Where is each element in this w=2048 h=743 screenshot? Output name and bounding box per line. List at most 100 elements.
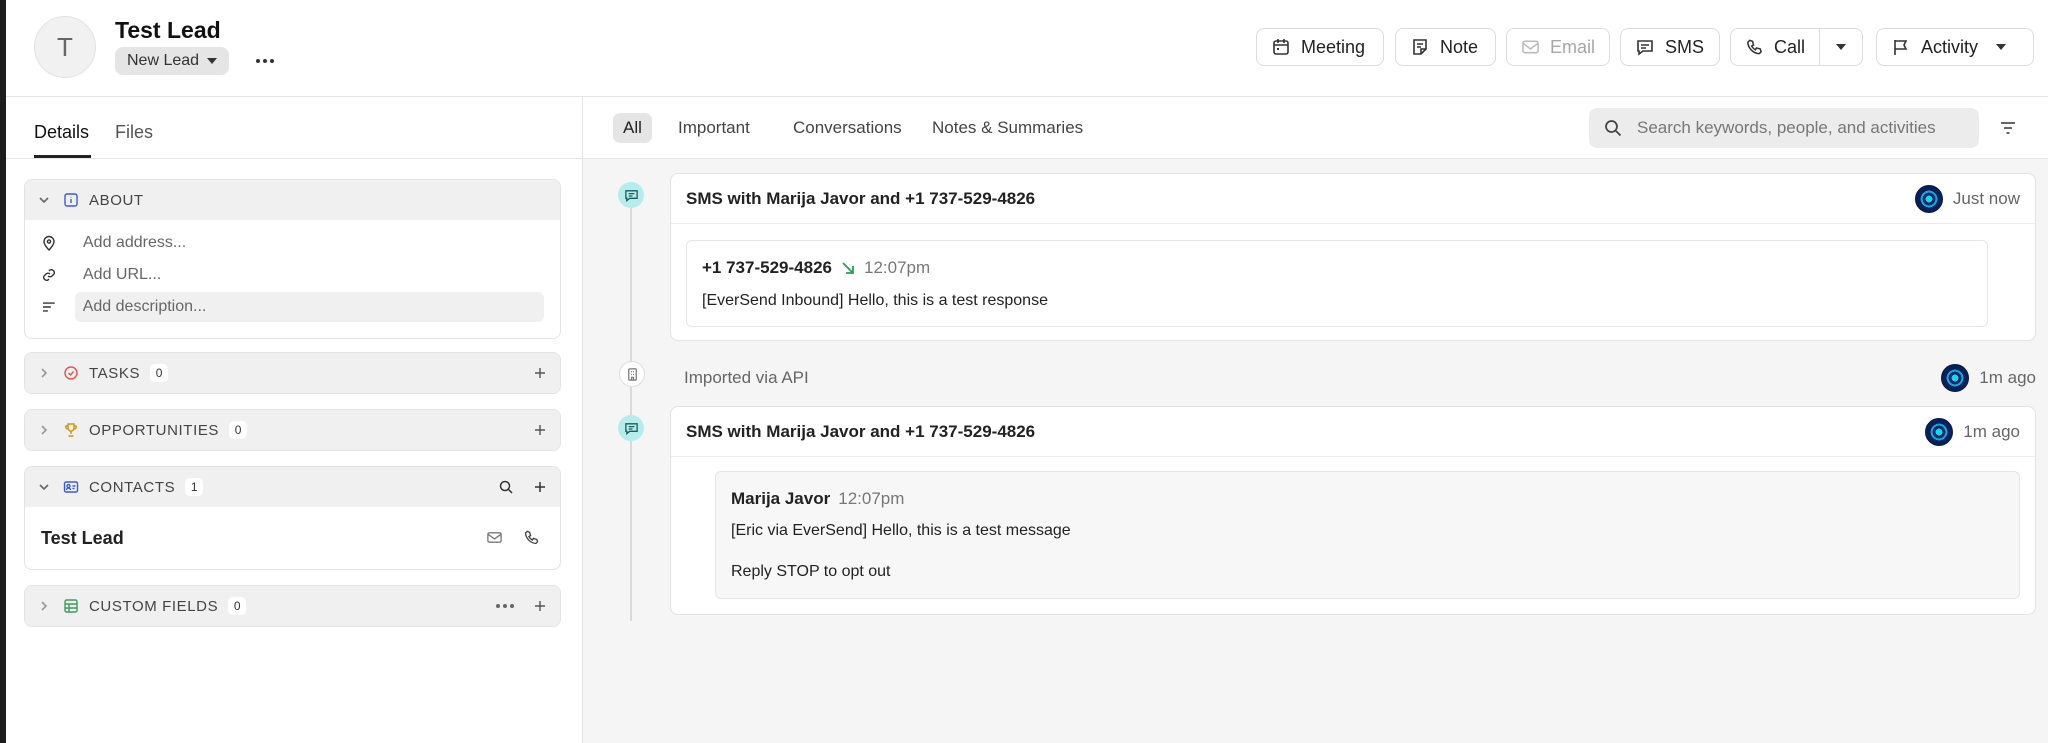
filter-icon: [2001, 122, 2015, 134]
chevron-down-icon: [207, 58, 218, 64]
activity-button[interactable]: Activity: [1876, 28, 2034, 66]
sms-meta: Just now: [1914, 174, 2020, 224]
user-avatar: [1914, 185, 1943, 213]
sms-time-ago: 1m ago: [1963, 422, 2020, 441]
contacts-section-header[interactable]: CONTACTS 1: [25, 467, 560, 507]
phone-icon: [1747, 39, 1763, 55]
lead-status-dropdown[interactable]: New Lead: [115, 47, 230, 75]
link-icon: [43, 269, 55, 281]
email-contact-icon[interactable]: [486, 529, 503, 546]
filter-button[interactable]: [1995, 115, 2021, 141]
custom-fields-section-header[interactable]: CUSTOM FIELDS 0: [25, 586, 560, 626]
call-button[interactable]: Call: [1730, 28, 1820, 66]
message-sender: Marija Javor: [731, 489, 831, 508]
location-pin-icon: [43, 235, 55, 251]
opportunities-actions: [532, 410, 548, 450]
chevron-down-icon: [1836, 44, 1846, 50]
add-contact-icon[interactable]: [532, 479, 548, 495]
activity-feed: All Important Conversations Notes & Summ…: [583, 97, 2048, 743]
tab-conversations[interactable]: Conversations: [783, 113, 912, 143]
lead-header: T Test Lead New Lead Meeting Note Email …: [6, 0, 2048, 97]
meeting-button-label: Meeting: [1301, 36, 1366, 57]
sms-message-box: Marija Javor 12:07pm [Eric via EverSend]…: [715, 471, 2020, 599]
sms-card-header: SMS with Marija Javor and +1 737-529-482…: [671, 407, 2035, 457]
meeting-button[interactable]: Meeting: [1256, 28, 1384, 66]
more-options-button[interactable]: [250, 48, 280, 74]
add-custom-field-icon[interactable]: [532, 598, 548, 614]
chevron-right-icon: [41, 368, 48, 378]
chevron-down-icon: [39, 197, 49, 204]
calendar-icon: [1273, 39, 1289, 55]
message-text: [EverSend Inbound] Hello, this is a test…: [702, 292, 1048, 309]
about-section-header[interactable]: ABOUT: [25, 180, 560, 220]
url-placeholder: Add URL...: [83, 266, 162, 283]
message-header: +1 737-529-4826 12:07pm: [702, 258, 930, 278]
chevron-right-icon: [41, 601, 48, 611]
text-lines-icon: [42, 302, 55, 312]
custom-fields-count: 0: [228, 597, 247, 615]
opportunities-section-header[interactable]: OPPORTUNITIES 0: [25, 410, 560, 450]
about-title: ABOUT: [89, 191, 144, 209]
search-contacts-icon[interactable]: [498, 479, 514, 495]
import-text: Imported via API: [684, 368, 809, 387]
sms-meta: 1m ago: [1925, 407, 2020, 457]
contact-card-icon: [63, 481, 79, 493]
url-field[interactable]: Add URL...: [25, 259, 560, 291]
flag-icon: [1894, 40, 1908, 55]
inbound-arrow-icon: [842, 262, 854, 274]
sms-title: SMS with Marija Javor and +1 737-529-482…: [686, 421, 1036, 441]
message-icon: [624, 189, 638, 202]
message-time: 12:07pm: [838, 489, 905, 508]
opportunities-title: OPPORTUNITIES: [89, 421, 220, 439]
opportunities-section: OPPORTUNITIES 0: [24, 409, 561, 451]
add-opportunity-icon[interactable]: [532, 422, 548, 438]
tab-important[interactable]: Important: [668, 113, 760, 143]
sms-activity-icon: [618, 415, 644, 441]
tab-files[interactable]: Files: [115, 122, 153, 143]
address-field[interactable]: Add address...: [25, 227, 560, 259]
lead-avatar: T: [34, 16, 96, 78]
note-button[interactable]: Note: [1395, 28, 1496, 66]
contact-item[interactable]: Test Lead: [25, 507, 560, 569]
info-icon: [64, 193, 78, 207]
mail-icon: [1522, 40, 1539, 54]
tab-notes-summaries[interactable]: Notes & Summaries: [922, 113, 1093, 143]
feed-tabs: All Important Conversations Notes & Summ…: [583, 97, 2048, 159]
contact-actions: [486, 529, 540, 546]
contacts-count: 1: [185, 478, 204, 496]
tab-details[interactable]: Details: [34, 122, 89, 143]
tasks-actions: [532, 353, 548, 393]
opportunities-count: 0: [229, 421, 248, 439]
sms-button[interactable]: SMS: [1620, 28, 1720, 66]
call-options-dropdown[interactable]: [1819, 28, 1863, 66]
building-icon: [627, 367, 637, 381]
lead-name: Test Lead: [115, 17, 221, 43]
activity-button-label: Activity: [1921, 36, 1979, 57]
custom-fields-section: CUSTOM FIELDS 0: [24, 585, 561, 627]
about-section: ABOUT Add address... Add URL... Add desc…: [24, 179, 561, 339]
description-field[interactable]: Add description...: [25, 291, 560, 323]
tasks-section-header[interactable]: TASKS 0: [25, 353, 560, 393]
note-icon: [1413, 39, 1427, 55]
tab-all[interactable]: All: [613, 113, 652, 143]
contacts-title: CONTACTS: [89, 478, 176, 496]
ellipsis-icon[interactable]: [496, 604, 514, 608]
import-activity-icon: [619, 361, 645, 387]
call-button-label: Call: [1773, 36, 1805, 57]
message-icon: [1637, 40, 1653, 56]
details-panel: Details Files ABOUT Add address... Add U…: [6, 97, 583, 743]
lead-status-label: New Lead: [127, 52, 200, 69]
search-input[interactable]: [1637, 118, 1967, 138]
sms-title: SMS with Marija Javor and +1 737-529-482…: [686, 188, 1036, 208]
call-contact-icon[interactable]: [523, 529, 540, 546]
sms-activity-card[interactable]: SMS with Marija Javor and +1 737-529-482…: [670, 406, 2036, 615]
sms-activity-icon: [618, 182, 644, 208]
email-button[interactable]: Email: [1506, 28, 1610, 66]
activity-search[interactable]: [1589, 108, 1979, 148]
message-sender: +1 737-529-4826: [702, 258, 832, 277]
tasks-section: TASKS 0: [24, 352, 561, 394]
add-task-icon[interactable]: [532, 365, 548, 381]
sms-activity-card[interactable]: SMS with Marija Javor and +1 737-529-482…: [670, 173, 2036, 341]
active-tab-indicator: [34, 155, 91, 158]
contact-name: Test Lead: [41, 527, 124, 548]
